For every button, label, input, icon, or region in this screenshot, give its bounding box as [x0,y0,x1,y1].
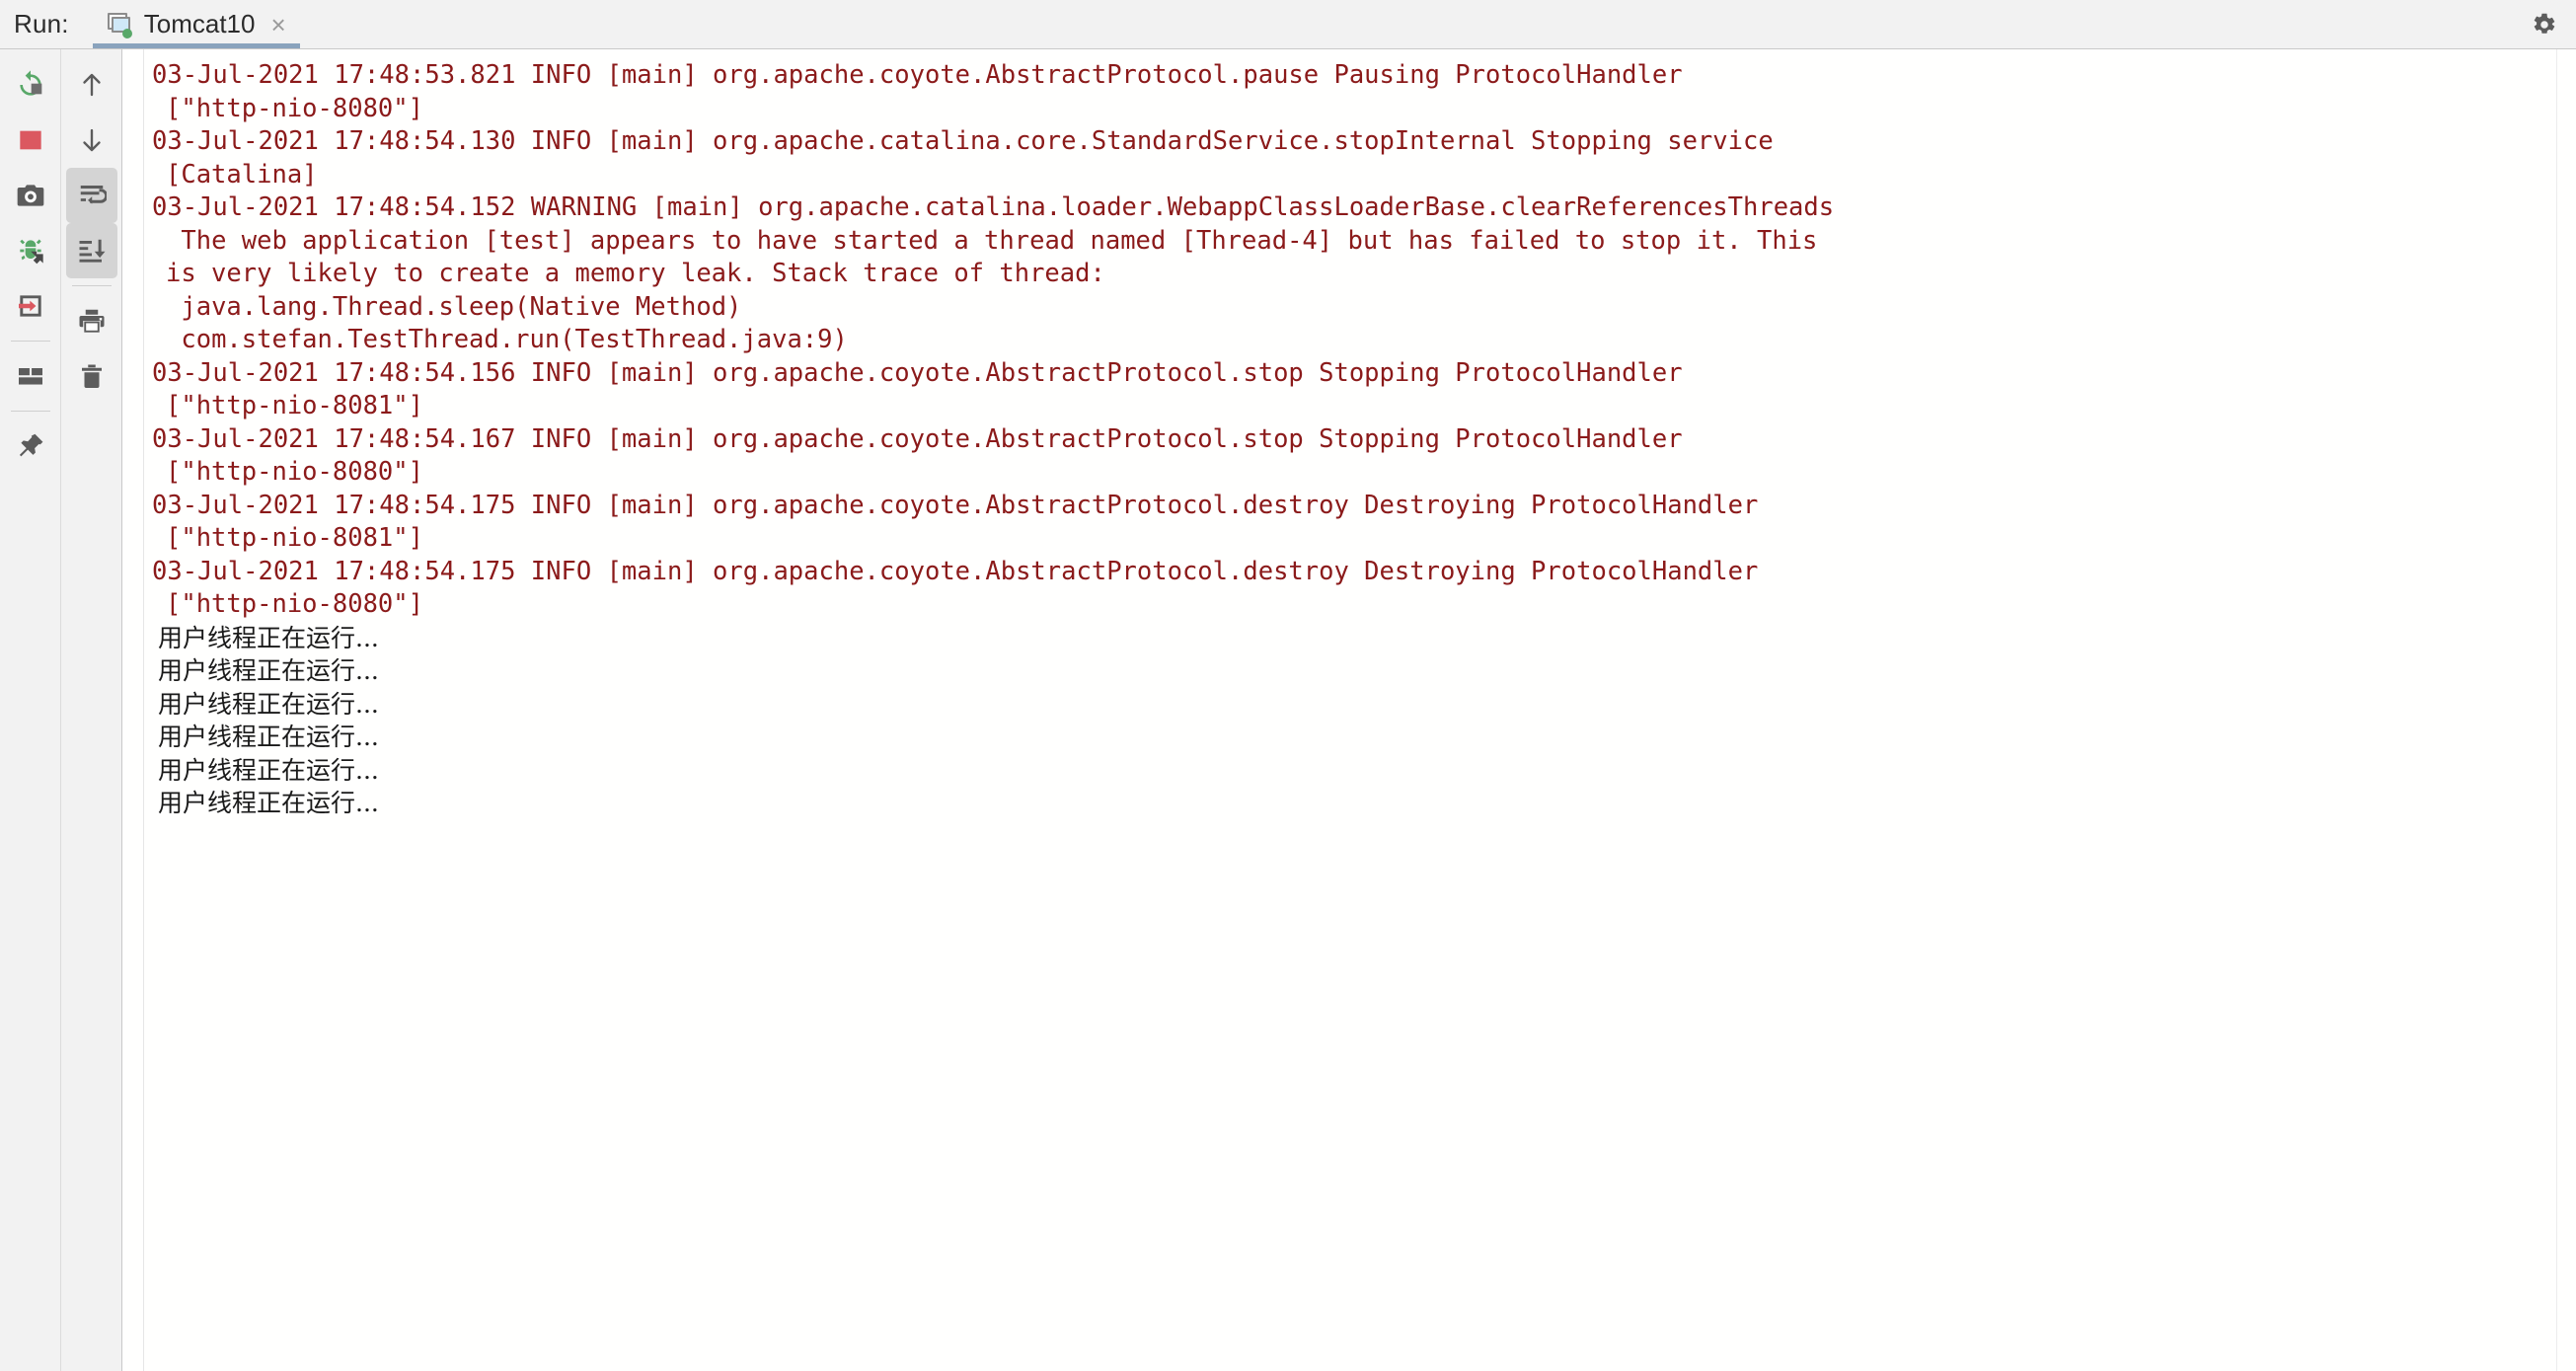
pin-icon [15,430,46,462]
clear-button[interactable] [66,348,117,404]
run-tool-window: Run: Tomcat10 × 03-Jul-2021 17:48:53.821… [0,0,2576,1371]
console-line: 用户线程正在运行... [158,723,379,751]
console-line: 03-Jul-2021 17:48:54.175 INFO [main] org… [152,490,1759,520]
tab-tomcat10[interactable]: Tomcat10 × [86,0,306,48]
run-body: 03-Jul-2021 17:48:53.821 INFO [main] org… [0,49,2576,1371]
soft-wrap-button[interactable] [65,168,117,223]
soft-wrap-icon [77,181,107,210]
rerun-icon [15,69,46,101]
console-output[interactable]: 03-Jul-2021 17:48:53.821 INFO [main] org… [144,49,2576,1371]
scroll-to-end-icon [77,236,107,266]
console-line: java.lang.Thread.sleep(Native Method) [166,291,742,322]
run-label: Run: [14,9,69,38]
console-line: ["http-nio-8081"] [166,391,423,420]
console-gutter [122,49,144,1371]
console-line: 用户线程正在运行... [158,656,379,685]
camera-icon [15,180,46,211]
run-actions-toolbar [0,49,61,1371]
toolbar-divider-2 [10,411,50,412]
console-line: com.stefan.TestThread.run(TestThread.jav… [166,325,848,354]
console-line: 03-Jul-2021 17:48:53.821 INFO [main] org… [152,60,1683,90]
console-line: 用户线程正在运行... [158,789,379,817]
trash-icon [77,361,107,391]
console-line: ["http-nio-8080"] [166,589,423,619]
console-line: 03-Jul-2021 17:48:54.130 INFO [main] org… [152,126,1774,156]
close-icon[interactable]: × [266,10,289,39]
settings-button[interactable] [2511,0,2576,48]
layout-grid-icon [15,360,46,392]
toolbar-divider [10,341,50,342]
console-actions-toolbar [61,49,122,1371]
attach-button[interactable] [5,278,56,334]
console-panel[interactable]: 03-Jul-2021 17:48:53.821 INFO [main] org… [122,49,2576,1371]
run-tab-bar: Run: Tomcat10 × [0,0,2576,49]
screenshot-button[interactable] [5,168,56,223]
print-button[interactable] [66,293,117,348]
pin-button[interactable] [5,419,56,474]
console-line: 用户线程正在运行... [158,755,379,785]
console-line: [Catalina] [166,159,318,190]
stop-button[interactable] [5,113,56,168]
printer-icon [77,306,107,336]
console-line: 03-Jul-2021 17:48:54.156 INFO [main] org… [152,357,1683,388]
down-button[interactable] [66,113,117,168]
console-error-stripe[interactable] [2556,49,2576,1371]
stop-square-icon [15,124,46,156]
rerun-button[interactable] [5,57,56,113]
console-line: ["http-nio-8080"] [166,457,423,487]
console-line: 用户线程正在运行... [158,689,379,719]
tab-label: Tomcat10 [143,9,256,38]
console-toolbar-divider [71,285,112,286]
console-line: ["http-nio-8081"] [166,523,423,553]
layout-button[interactable] [5,348,56,404]
gear-icon [2529,10,2558,39]
arrow-up-icon [77,70,107,100]
console-line: 03-Jul-2021 17:48:54.152 WARNING [main] … [152,192,1835,222]
console-line: 用户线程正在运行... [158,623,379,652]
console-line: 03-Jul-2021 17:48:54.167 INFO [main] org… [152,423,1683,454]
arrow-down-icon [77,125,107,155]
arrow-into-box-icon [15,290,46,322]
console-line: is very likely to create a memory leak. … [166,259,1105,288]
debug-button[interactable] [5,223,56,278]
console-line: The web application [test] appears to ha… [166,225,1818,256]
console-line: ["http-nio-8080"] [166,93,423,123]
tomcat-service-icon [105,11,132,38]
debug-bug-icon [15,235,46,267]
console-line: 03-Jul-2021 17:48:54.175 INFO [main] org… [152,556,1759,586]
up-button[interactable] [66,57,117,113]
scroll-to-end-button[interactable] [65,223,117,278]
